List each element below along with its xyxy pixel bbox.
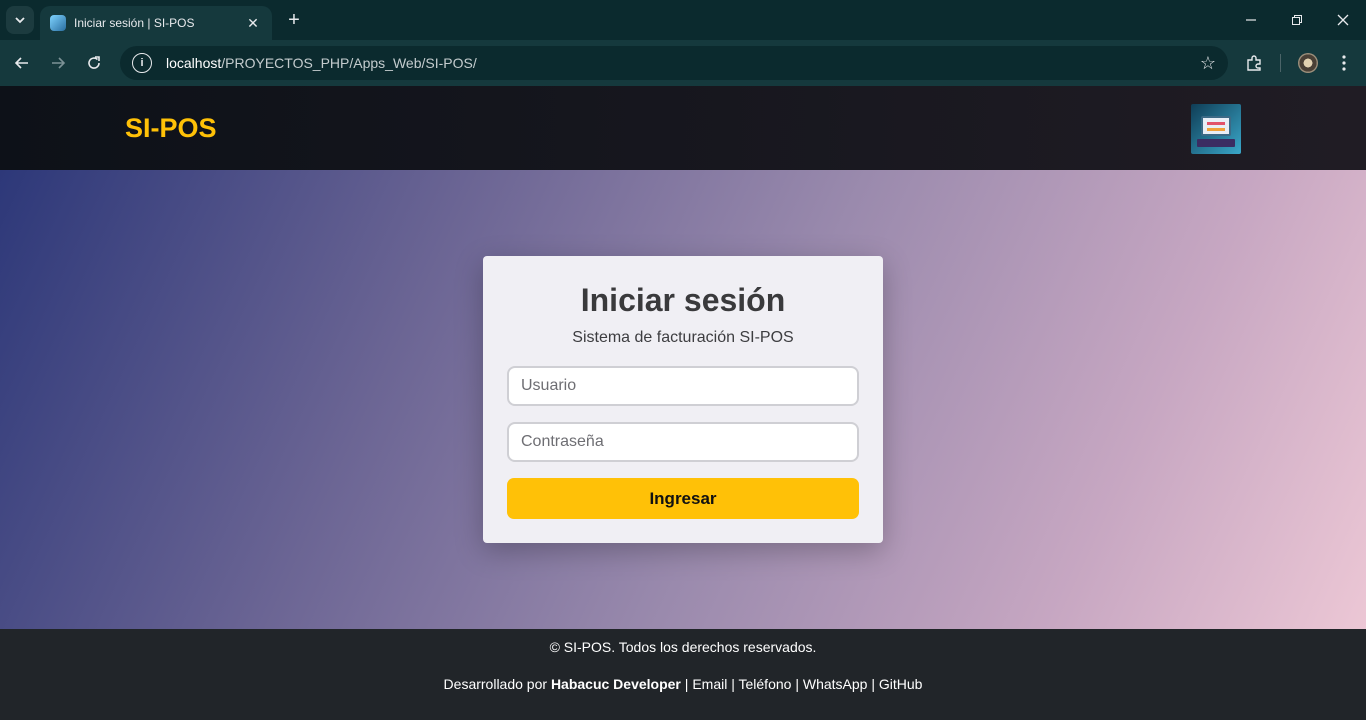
url-path: /PROYECTOS_PHP/Apps_Web/SI-POS/ <box>221 55 477 71</box>
browser-tab-bar: Iniciar sesión | SI-POS ✕ + <box>0 0 1366 40</box>
chevron-down-icon <box>15 17 25 24</box>
email-link[interactable]: Email <box>692 676 727 692</box>
url-host: localhost <box>166 55 222 71</box>
back-button[interactable] <box>8 49 36 77</box>
minimize-icon <box>1246 19 1256 21</box>
reload-button[interactable] <box>80 49 108 77</box>
address-bar[interactable]: i localhost/PROYECTOS_PHP/Apps_Web/SI-PO… <box>120 46 1228 80</box>
whatsapp-link[interactable]: WhatsApp <box>803 676 868 692</box>
close-icon <box>1337 14 1349 26</box>
close-tab-icon[interactable]: ✕ <box>244 15 262 32</box>
avatar <box>1298 53 1318 73</box>
forward-button[interactable] <box>44 49 72 77</box>
star-icon[interactable]: ☆ <box>1200 53 1216 74</box>
browser-menu-button[interactable] <box>1330 49 1358 77</box>
extensions-button[interactable] <box>1240 49 1268 77</box>
close-window-button[interactable] <box>1320 0 1366 40</box>
developer-name: Habacuc Developer <box>550 676 681 692</box>
restore-icon <box>1292 15 1302 25</box>
copyright-text: © SI-POS. Todos los derechos reservados. <box>549 639 817 655</box>
footer-separator: | <box>680 676 693 692</box>
info-icon[interactable]: i <box>132 53 152 73</box>
login-card: Iniciar sesión Sistema de facturación SI… <box>483 256 883 543</box>
footer-credits: Desarrollado por Habacuc Developer | Ema… <box>0 676 1366 692</box>
login-button[interactable]: Ingresar <box>507 478 859 519</box>
favicon-icon <box>50 15 66 31</box>
site-header: SI-POS <box>0 86 1366 170</box>
plus-icon: + <box>288 9 300 31</box>
password-input[interactable] <box>507 422 859 462</box>
web-page: SI-POS Iniciar sesión Sistema de factura… <box>0 86 1366 720</box>
login-subtitle: Sistema de facturación SI-POS <box>572 329 794 346</box>
reload-icon <box>88 56 100 69</box>
tab-list-button[interactable] <box>6 6 34 34</box>
developed-by-label: Desarrollado por <box>443 676 551 692</box>
github-link[interactable]: GitHub <box>879 676 923 692</box>
browser-tab[interactable]: Iniciar sesión | SI-POS ✕ <box>40 6 272 40</box>
username-input[interactable] <box>507 366 859 406</box>
minimize-button[interactable] <box>1228 0 1274 40</box>
footer-separator: | <box>867 676 879 692</box>
toolbar-divider <box>1280 54 1281 72</box>
keyboard-icon <box>1197 139 1235 147</box>
url-text[interactable]: localhost/PROYECTOS_PHP/Apps_Web/SI-POS/ <box>166 55 1200 71</box>
login-title: Iniciar sesión <box>580 282 786 318</box>
tab-title: Iniciar sesión | SI-POS <box>74 16 195 30</box>
puzzle-icon <box>1247 55 1261 71</box>
browser-toolbar: i localhost/PROYECTOS_PHP/Apps_Web/SI-PO… <box>0 40 1366 86</box>
pos-screen-icon <box>1201 116 1231 136</box>
new-tab-button[interactable]: + <box>282 8 306 32</box>
profile-button[interactable] <box>1294 49 1322 77</box>
phone-link[interactable]: Teléfono <box>739 676 792 692</box>
back-arrow-icon <box>14 57 28 69</box>
footer-separator: | <box>791 676 803 692</box>
brand-title[interactable]: SI-POS <box>125 113 217 144</box>
login-section: Iniciar sesión Sistema de facturación SI… <box>0 170 1366 629</box>
restore-button[interactable] <box>1274 0 1320 40</box>
app-logo <box>1191 104 1241 154</box>
site-footer: © SI-POS. Todos los derechos reservados.… <box>0 629 1366 720</box>
forward-arrow-icon <box>52 57 66 69</box>
footer-separator: | <box>727 676 739 692</box>
kebab-menu-icon <box>1342 55 1346 71</box>
